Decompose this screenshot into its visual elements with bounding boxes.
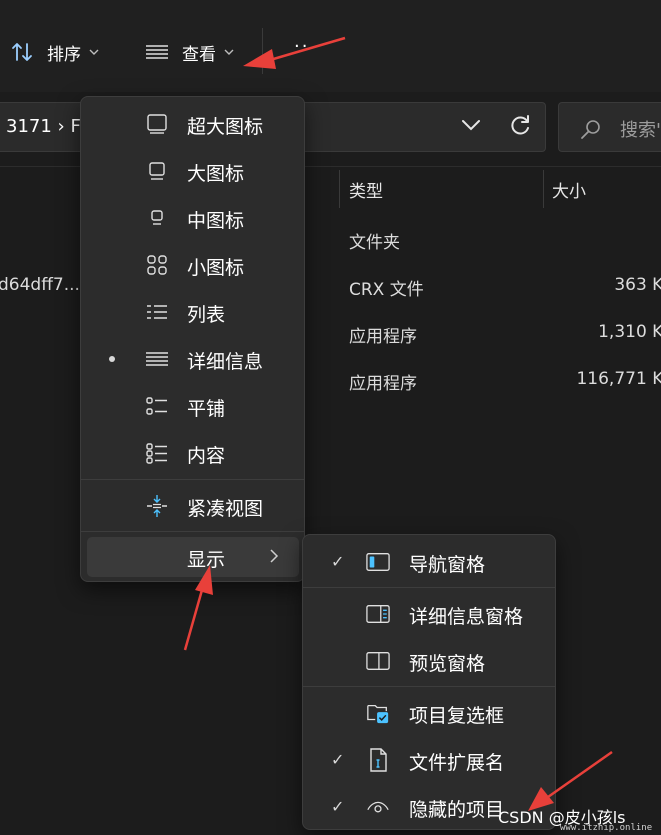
arrow-to-show-item [183, 565, 213, 651]
annotation-arrows [183, 36, 613, 811]
arrow-to-view-button [243, 36, 346, 69]
watermark-site: www.itzhip.online [560, 823, 653, 833]
arrow-to-hidden-items [528, 750, 613, 811]
file-explorer-window: 排序 查看 ·· 3171 › F 搜索" 类型 大小 文件夹 d64dff7.… [0, 0, 661, 835]
